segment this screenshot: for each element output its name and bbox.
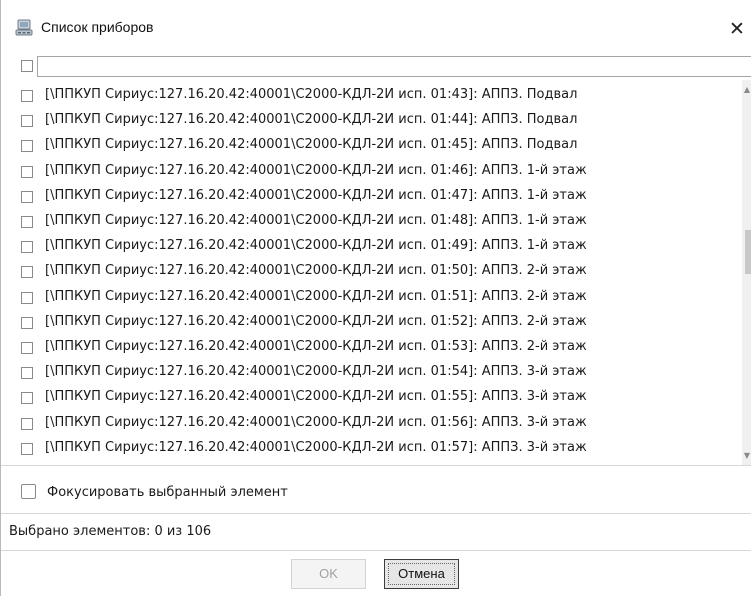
focus-outline: [388, 563, 455, 585]
title-bar: Список приборов ✕: [1, 0, 751, 58]
list-item[interactable]: [\ППКУП Сириус:127.16.20.42:40001\С2000-…: [1, 385, 738, 410]
focus-selected-checkbox[interactable]: [21, 484, 36, 499]
list-item-label: [\ППКУП Сириус:127.16.20.42:40001\С2000-…: [45, 213, 587, 228]
close-icon[interactable]: ✕: [729, 14, 751, 44]
filter-row: [1, 55, 751, 77]
device-list-dialog: Список приборов ✕ [\ППКУП Сириус:127.16.…: [0, 0, 751, 596]
list-item[interactable]: [\ППКУП Сириус:127.16.20.42:40001\С2000-…: [1, 184, 738, 209]
list-item[interactable]: [\ППКУП Сириус:127.16.20.42:40001\С2000-…: [1, 133, 738, 158]
list-item-label: [\ППКУП Сириус:127.16.20.42:40001\С2000-…: [45, 288, 587, 304]
list-item-checkbox[interactable]: [21, 291, 33, 304]
list-item[interactable]: [\ППКУП Сириус:127.16.20.42:40001\С2000-…: [1, 259, 738, 284]
list-item-label: [\ППКУП Сириус:127.16.20.42:40001\С2000-…: [45, 263, 587, 279]
selection-status: Выбрано элементов: 0 из 106: [9, 524, 212, 539]
filter-input[interactable]: [37, 56, 751, 77]
list-item[interactable]: [\ППКУП Сириус:127.16.20.42:40001\С2000-…: [1, 310, 738, 335]
list-item-checkbox[interactable]: [21, 442, 33, 455]
scroll-down-icon[interactable]: ▼: [742, 450, 751, 462]
list-item-checkbox[interactable]: [21, 417, 33, 430]
list-item[interactable]: [\ППКУП Сириус:127.16.20.42:40001\С2000-…: [1, 159, 738, 184]
focus-option-row: Фокусировать выбранный элемент: [1, 467, 751, 513]
list-item-label: [\ППКУП Сириус:127.16.20.42:40001\С2000-…: [45, 112, 578, 128]
list-item-checkbox[interactable]: [21, 367, 33, 380]
list-item-checkbox[interactable]: [21, 190, 33, 203]
focus-selected-label: Фокусировать выбранный элемент: [47, 485, 288, 500]
list-item-label: [\ППКУП Сириус:127.16.20.42:40001\С2000-…: [45, 162, 587, 178]
list-item-label: [\ППКУП Сириус:127.16.20.42:40001\С2000-…: [45, 238, 587, 254]
select-all-checkbox[interactable]: [21, 60, 33, 72]
list-item-checkbox[interactable]: [21, 90, 33, 102]
list-item-checkbox[interactable]: [21, 241, 33, 254]
status-divider: [1, 513, 751, 514]
cancel-button[interactable]: Отмена: [384, 559, 459, 589]
list-item-label: [\ППКУП Сириус:127.16.20.42:40001\С2000-…: [45, 339, 587, 354]
list-item-checkbox[interactable]: [21, 216, 33, 228]
window-title: Список приборов: [41, 19, 154, 35]
device-list-icon: [14, 18, 34, 38]
list-item[interactable]: [\ППКУП Сириус:127.16.20.42:40001\С2000-…: [1, 285, 738, 310]
list-item-checkbox[interactable]: [21, 115, 33, 128]
list-item[interactable]: [\ППКУП Сириус:127.16.20.42:40001\С2000-…: [1, 436, 738, 461]
scroll-thumb[interactable]: [745, 230, 751, 274]
list-item[interactable]: [\ППКУП Сириус:127.16.20.42:40001\С2000-…: [1, 209, 738, 234]
buttons-divider: [1, 550, 751, 551]
list-item-label: [\ППКУП Сириус:127.16.20.42:40001\С2000-…: [45, 137, 578, 153]
list-item-checkbox[interactable]: [21, 392, 33, 405]
list-item[interactable]: [\ППКУП Сириус:127.16.20.42:40001\С2000-…: [1, 83, 738, 108]
list-item-checkbox[interactable]: [21, 342, 33, 354]
list-item-checkbox[interactable]: [21, 165, 33, 178]
scroll-up-icon[interactable]: ▲: [742, 84, 751, 96]
list-item-checkbox[interactable]: [21, 316, 33, 329]
ok-button[interactable]: OK: [291, 559, 366, 589]
list-item-label: [\ППКУП Сириус:127.16.20.42:40001\С2000-…: [45, 87, 578, 102]
list-item[interactable]: [\ППКУП Сириус:127.16.20.42:40001\С2000-…: [1, 360, 738, 385]
list-item-label: [\ППКУП Сириус:127.16.20.42:40001\С2000-…: [45, 414, 587, 430]
list-item[interactable]: [\ППКУП Сириус:127.16.20.42:40001\С2000-…: [1, 411, 738, 436]
list-item-label: [\ППКУП Сириус:127.16.20.42:40001\С2000-…: [45, 364, 587, 380]
list-item-label: [\ППКУП Сириус:127.16.20.42:40001\С2000-…: [45, 187, 587, 203]
list-item-checkbox[interactable]: [21, 266, 33, 279]
list-item-label: [\ППКУП Сириус:127.16.20.42:40001\С2000-…: [45, 439, 587, 455]
list-item-label: [\ППКУП Сириус:127.16.20.42:40001\С2000-…: [45, 389, 587, 405]
list-scrollbar[interactable]: ▲ ▼: [742, 80, 751, 465]
list-item[interactable]: [\ППКУП Сириус:127.16.20.42:40001\С2000-…: [1, 108, 738, 133]
list-item-checkbox[interactable]: [21, 140, 33, 153]
device-list: [\ППКУП Сириус:127.16.20.42:40001\С2000-…: [1, 80, 751, 466]
list-item[interactable]: [\ППКУП Сириус:127.16.20.42:40001\С2000-…: [1, 234, 738, 259]
list-item[interactable]: [\ППКУП Сириус:127.16.20.42:40001\С2000-…: [1, 335, 738, 360]
list-item-label: [\ППКУП Сириус:127.16.20.42:40001\С2000-…: [45, 313, 587, 329]
